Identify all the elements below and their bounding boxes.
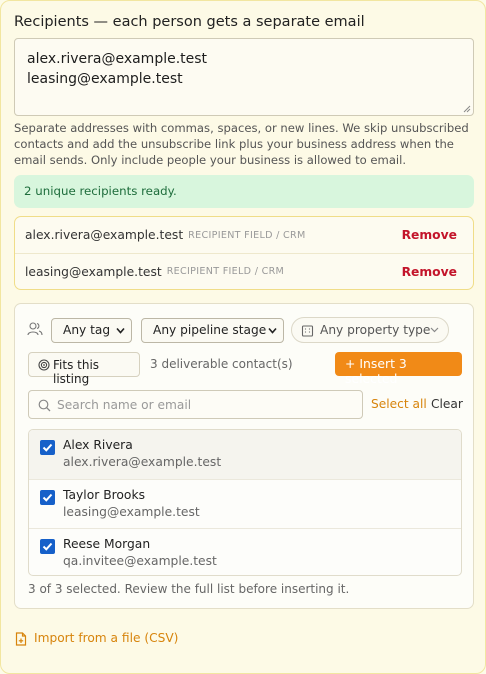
check-icon xyxy=(42,443,53,452)
plus-icon: + xyxy=(345,356,356,371)
file-import-icon xyxy=(15,632,27,646)
import-csv-label: Import from a file (CSV) xyxy=(34,631,179,645)
pipeline-filter-value: Any pipeline stage xyxy=(153,323,267,337)
contact-row[interactable]: Alex Rivera alex.rivera@example.test xyxy=(29,430,461,479)
chevron-down-icon xyxy=(430,327,439,333)
check-icon xyxy=(42,542,53,551)
people-icon xyxy=(27,322,43,336)
pipeline-filter-select[interactable]: Any pipeline stage xyxy=(141,318,284,343)
remove-recipient-button[interactable]: Remove xyxy=(402,265,457,279)
recipients-panel: Recipients — each person gets a separate… xyxy=(0,0,486,674)
recipient-email: leasing@example.test xyxy=(25,264,162,279)
contact-row[interactable]: Reese Morgan qa.invitee@example.test xyxy=(29,528,461,575)
building-icon xyxy=(301,325,314,337)
check-icon xyxy=(42,493,53,502)
resize-handle-icon[interactable] xyxy=(463,105,471,113)
contact-email: qa.invitee@example.test xyxy=(63,554,217,568)
deliverable-count: 3 deliverable contact(s) xyxy=(150,357,293,371)
property-type-filter[interactable]: Any property type xyxy=(291,317,449,343)
contact-row[interactable]: Taylor Brooks leasing@example.test xyxy=(29,479,461,528)
recipient-source: RECIPIENT FIELD / CRM xyxy=(166,266,285,277)
select-all-button[interactable]: Select all xyxy=(371,397,427,411)
tag-filter-select[interactable]: Any tag xyxy=(51,318,132,343)
recipients-textarea[interactable]: alex.rivera@example.test leasing@example… xyxy=(14,38,474,116)
tag-filter-value: Any tag xyxy=(63,323,111,337)
recipient-row: leasing@example.test RECIPIENT FIELD / C… xyxy=(15,253,473,289)
contact-name: Taylor Brooks xyxy=(63,488,145,502)
contact-picker: Any tag Any pipeline stage Any property … xyxy=(14,303,474,609)
contact-checkbox[interactable] xyxy=(40,440,55,455)
contact-email: alex.rivera@example.test xyxy=(63,455,222,469)
insert-selected-button[interactable]: + Insert 3 selected xyxy=(335,352,462,386)
contact-checkbox[interactable] xyxy=(40,490,55,505)
contact-search xyxy=(28,390,363,419)
fits-listing-button[interactable]: Fits this listing xyxy=(28,352,140,386)
ready-status-banner: 2 unique recipients ready. xyxy=(14,175,474,208)
remove-recipient-button[interactable]: Remove xyxy=(402,228,457,242)
contact-name: Reese Morgan xyxy=(63,537,151,551)
import-csv-link[interactable]: Import from a file (CSV) xyxy=(15,631,179,646)
recipient-email: alex.rivera@example.test xyxy=(25,228,184,242)
fits-listing-label: Fits this listing xyxy=(53,358,100,386)
contact-list: Alex Rivera alex.rivera@example.test Tay… xyxy=(28,429,462,576)
contact-email: leasing@example.test xyxy=(63,505,200,519)
recipient-row: alex.rivera@example.test RECIPIENT FIELD… xyxy=(15,217,473,253)
property-type-value: Any property type xyxy=(320,323,431,337)
recipients-helper-text: Separate addresses with commas, spaces, … xyxy=(14,121,469,167)
contact-checkbox[interactable] xyxy=(40,539,55,554)
chevron-down-icon xyxy=(268,327,277,334)
selection-summary: 3 of 3 selected. Review the full list be… xyxy=(28,582,350,596)
recipient-source: RECIPIENT FIELD / CRM xyxy=(188,229,306,241)
chevron-down-icon xyxy=(116,327,125,334)
clear-button[interactable]: Clear xyxy=(431,397,463,411)
contact-name: Alex Rivera xyxy=(63,438,133,452)
search-input[interactable] xyxy=(57,395,357,415)
recipient-list: alex.rivera@example.test RECIPIENT FIELD… xyxy=(14,216,474,290)
recipients-heading: Recipients — each person gets a separate… xyxy=(14,14,365,30)
target-icon xyxy=(38,359,50,371)
search-icon xyxy=(38,399,51,412)
